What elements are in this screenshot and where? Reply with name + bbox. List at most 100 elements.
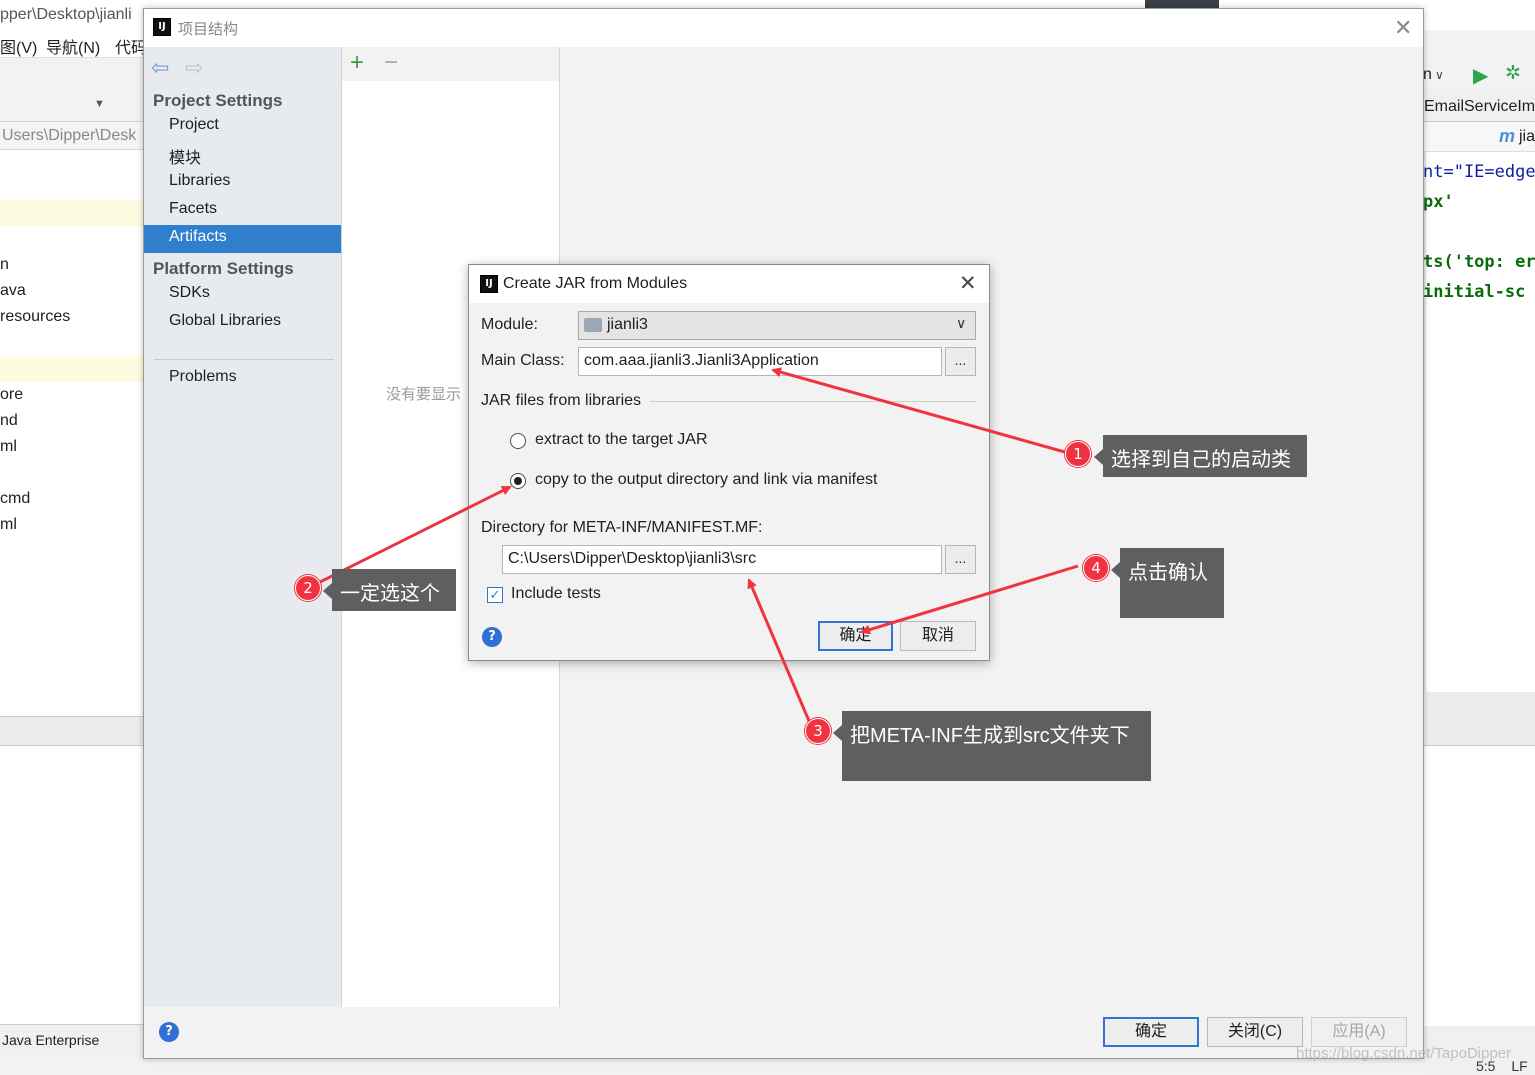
sidebar-item-facets[interactable]: Facets: [144, 197, 341, 225]
module-label: Module:: [481, 316, 538, 333]
jar-dialog-title-bar: IJ Create JAR from Modules ✕: [469, 265, 989, 303]
ide-left-toolbar: ▼: [0, 58, 143, 122]
editor-tab-2-label: jia: [1519, 128, 1535, 145]
annotation-badge-1: 1: [1065, 441, 1091, 467]
apply-button[interactable]: 应用(A): [1311, 1017, 1407, 1047]
close-button[interactable]: 关闭(C): [1207, 1017, 1303, 1047]
ide-menu-bar: 图(V) 导航(N) 代码: [0, 30, 147, 58]
jar-files-label: JAR files from libraries: [481, 392, 642, 409]
caret-position-value: 5:5: [1476, 1058, 1496, 1074]
extract-label[interactable]: extract to the target JAR: [535, 431, 708, 449]
line-separator: LF: [1511, 1058, 1528, 1074]
tree-highlight: [0, 200, 143, 226]
help-icon[interactable]: ?: [159, 1022, 179, 1042]
tree-item[interactable]: ml: [0, 516, 17, 534]
run-icon[interactable]: ▶: [1473, 63, 1488, 88]
menu-view[interactable]: 图(V): [0, 34, 37, 58]
forward-arrow-icon[interactable]: ⇨: [185, 55, 203, 81]
close-icon[interactable]: ✕: [1394, 15, 1412, 41]
chevron-down-icon[interactable]: ∨: [956, 315, 966, 332]
annotation-callout-2: 一定选这个: [323, 569, 456, 611]
copy-label[interactable]: copy to the output directory and link vi…: [535, 471, 877, 489]
code-editor[interactable]: nt="IE=edge px' ts('top: er initial-sc: [1423, 152, 1535, 692]
tree-item[interactable]: nd: [0, 412, 18, 430]
editor-tab[interactable]: EmailServiceIm: [1423, 92, 1535, 122]
dialog-title: 项目结构: [178, 21, 239, 38]
section-separator: [650, 401, 976, 402]
debug-icon[interactable]: ✲: [1505, 62, 1521, 85]
module-value: jianli3: [607, 316, 648, 333]
extract-radio[interactable]: [510, 433, 526, 449]
annotation-callout-4: 点击确认: [1111, 548, 1224, 618]
manifest-dir-browse-button[interactable]: ...: [945, 545, 976, 574]
close-icon[interactable]: ✕: [959, 271, 977, 296]
status-tab-java-enterprise[interactable]: Java Enterprise: [0, 1024, 143, 1054]
help-icon[interactable]: ?: [482, 627, 502, 647]
tree-highlight: [0, 356, 143, 382]
sidebar-item-modules[interactable]: 模块: [144, 141, 341, 169]
folder-icon: [584, 318, 602, 332]
tree-item[interactable]: ore: [0, 386, 23, 404]
annotation-callout-3: 把META-INF生成到src文件夹下: [833, 711, 1151, 781]
dialog-title-bar: IJ 项目结构 ✕: [144, 9, 1423, 47]
main-class-field[interactable]: com.aaa.jianli3.Jianli3Application: [578, 347, 942, 376]
tree-item[interactable]: n: [0, 256, 9, 274]
code-line: nt="IE=edge: [1423, 162, 1535, 182]
run-config-select[interactable]: n: [1423, 66, 1432, 84]
code-line: px': [1423, 192, 1454, 212]
code-line: initial-sc: [1423, 282, 1526, 302]
manifest-dir-label: Directory for META-INF/MANIFEST.MF:: [481, 519, 763, 536]
artifacts-toolbar: + −: [342, 47, 559, 81]
include-tests-label[interactable]: Include tests: [511, 585, 601, 603]
annotation-badge-2: 2: [295, 575, 321, 601]
manifest-dir-field[interactable]: C:\Users\Dipper\Desktop\jianli3\src: [502, 545, 942, 574]
sidebar-item-sdks[interactable]: SDKs: [144, 281, 341, 309]
create-jar-dialog: IJ Create JAR from Modules ✕ Module: jia…: [468, 264, 990, 661]
tree-item[interactable]: ava: [0, 282, 26, 300]
remove-icon[interactable]: −: [384, 49, 398, 77]
bottom-panel: [0, 746, 143, 1024]
annotation-badge-4: 4: [1083, 555, 1109, 581]
ide-right-toolbar: n ∨ ▶ ✲: [1423, 30, 1535, 92]
panel-divider: [1423, 692, 1535, 746]
tree-item[interactable]: ml: [0, 438, 17, 456]
tree-item[interactable]: cmd: [0, 490, 30, 508]
annotation-badge-3: 3: [805, 718, 831, 744]
sidebar-item-global-libraries[interactable]: Global Libraries: [144, 309, 341, 337]
dropdown-arrow-icon[interactable]: ▼: [94, 98, 105, 110]
project-tree: n ava resources ore nd ml cmd ml: [0, 150, 143, 716]
jar-dialog-title: Create JAR from Modules: [503, 275, 688, 292]
project-path: Users\Dipper\Desk: [0, 122, 143, 150]
sidebar-item-libraries[interactable]: Libraries: [144, 169, 341, 197]
chevron-down-icon[interactable]: ∨: [1435, 68, 1444, 82]
intellij-logo-icon: IJ: [479, 274, 498, 293]
main-class-label: Main Class:: [481, 352, 565, 369]
code-line: ts('top: er: [1423, 252, 1535, 272]
panel-divider: [0, 716, 143, 746]
sidebar-item-artifacts[interactable]: Artifacts: [144, 225, 341, 253]
bottom-panel: [1423, 746, 1535, 1026]
sidebar-item-problems[interactable]: Problems: [144, 365, 341, 393]
back-arrow-icon[interactable]: ⇦: [151, 55, 169, 81]
menu-navigate[interactable]: 导航(N): [46, 34, 100, 58]
module-select[interactable]: jianli3 ∨: [578, 311, 976, 340]
editor-tab-2[interactable]: m jia: [1423, 122, 1535, 152]
sidebar-item-project[interactable]: Project: [144, 113, 341, 141]
ide-title-text: pper\Desktop\jianli: [0, 6, 132, 23]
jar-cancel-button[interactable]: 取消: [900, 621, 976, 651]
intellij-logo-icon: IJ: [152, 17, 171, 36]
include-tests-checkbox[interactable]: ✓: [487, 587, 503, 603]
maven-icon: m: [1499, 126, 1516, 146]
add-icon[interactable]: +: [350, 49, 364, 77]
ok-button[interactable]: 确定: [1103, 1017, 1199, 1047]
group-platform-settings: Platform Settings: [153, 259, 294, 278]
copy-radio[interactable]: [510, 473, 526, 489]
jar-ok-button[interactable]: 确定: [818, 621, 893, 651]
caret-position: 5:5 LF: [1476, 1058, 1528, 1074]
empty-list-text: 没有要显示: [386, 386, 462, 403]
tree-item[interactable]: resources: [0, 308, 70, 326]
group-project-settings: Project Settings: [153, 91, 283, 110]
dialog-footer: ? 确定 关闭(C) 应用(A): [144, 1007, 1423, 1058]
sidebar-divider: [154, 359, 334, 360]
main-class-browse-button[interactable]: ...: [945, 347, 976, 376]
